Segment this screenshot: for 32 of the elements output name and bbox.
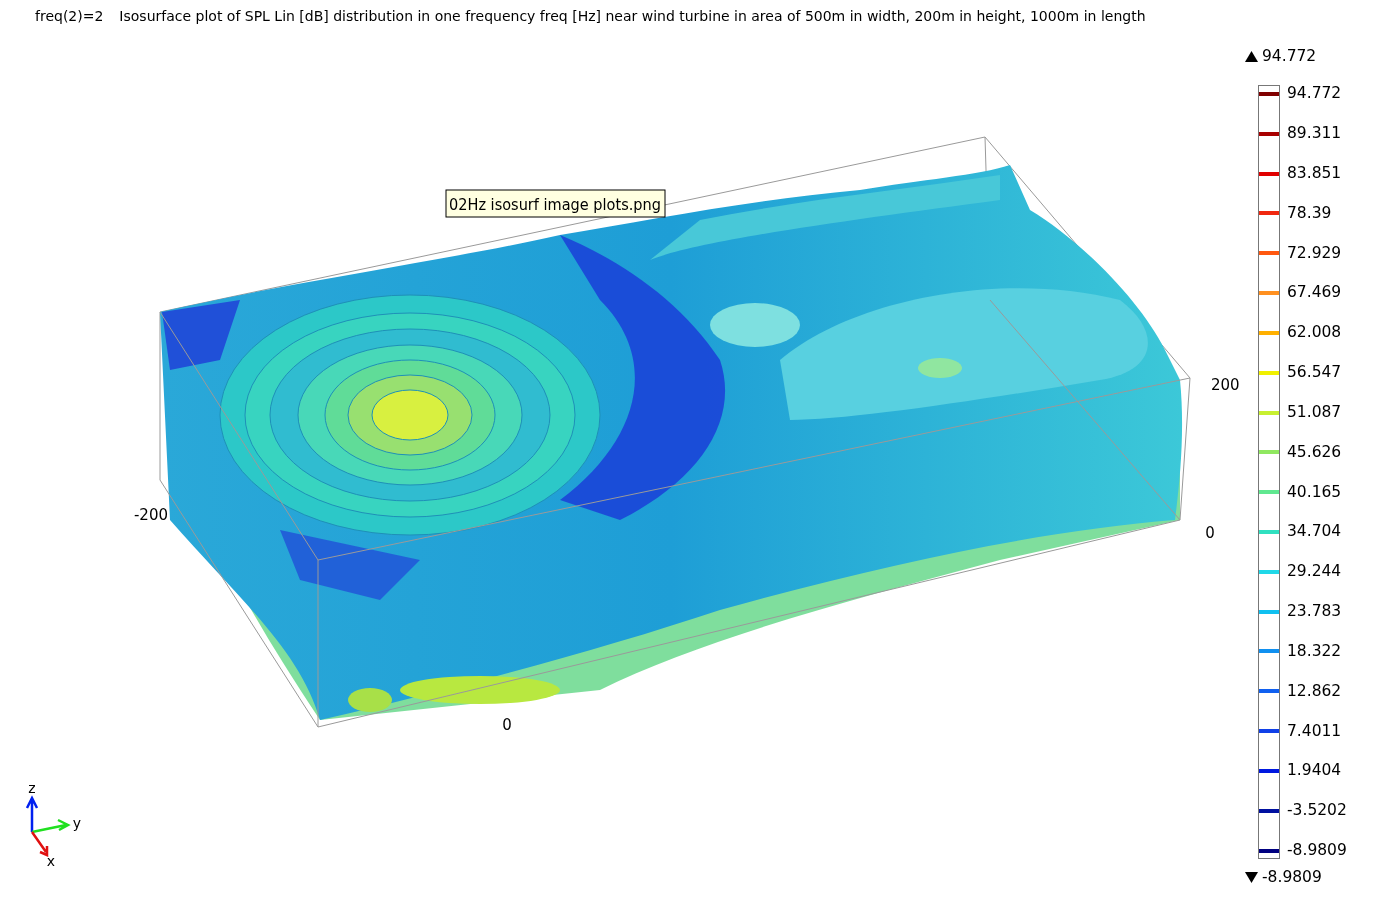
legend-value: 12.862 — [1287, 680, 1342, 702]
triad-axis-label: y — [72, 815, 82, 831]
legend-value: 72.929 — [1287, 242, 1342, 264]
plot-title: Isosurface plot of SPL Lin [dB] distribution in one frequency freq [Hz] near wind turbine in area of 500m in width, 200m in height, 1000m in length — [119, 7, 1146, 26]
legend-value: 23.783 — [1287, 601, 1342, 622]
legend-value: 29.244 — [1287, 561, 1342, 583]
triad-axis-label: z — [28, 780, 36, 796]
legend-value: 18.322 — [1287, 640, 1342, 662]
file-tooltip: 02Hz isosurf image plots.png — [445, 189, 669, 218]
axis-tick-label: 200 — [1211, 376, 1240, 394]
legend-value: -3.5202 — [1287, 800, 1347, 822]
plot-expression: freq(2)=2 — [35, 7, 104, 26]
legend-value: 78.39 — [1287, 202, 1332, 224]
legend-value: 89.311 — [1287, 123, 1342, 145]
legend-value: 83.851 — [1287, 162, 1342, 184]
legend-value: -8.9809 — [1287, 840, 1347, 861]
legend-value: 34.704 — [1287, 521, 1342, 543]
legend-max-value: 94.772 — [1262, 46, 1317, 67]
legend-value: 56.547 — [1287, 362, 1342, 384]
legend-value: 1.9404 — [1287, 760, 1342, 782]
legend-value: 45.626 — [1287, 441, 1342, 463]
legend-value: 67.469 — [1287, 282, 1342, 304]
axis-tick-label: 0 — [1205, 524, 1215, 542]
axis-tick-label: -200 — [133, 506, 168, 524]
triad-axis-label: x — [46, 853, 56, 869]
legend-value: 40.165 — [1287, 481, 1342, 503]
axis-tick-label: 0 — [502, 716, 512, 734]
legend-value: 51.087 — [1287, 401, 1342, 423]
legend-value: 94.772 — [1287, 83, 1342, 105]
legend-value: 62.008 — [1287, 322, 1342, 344]
legend-min-value: -8.9809 — [1262, 867, 1322, 889]
legend-value: 7.4011 — [1287, 720, 1342, 742]
